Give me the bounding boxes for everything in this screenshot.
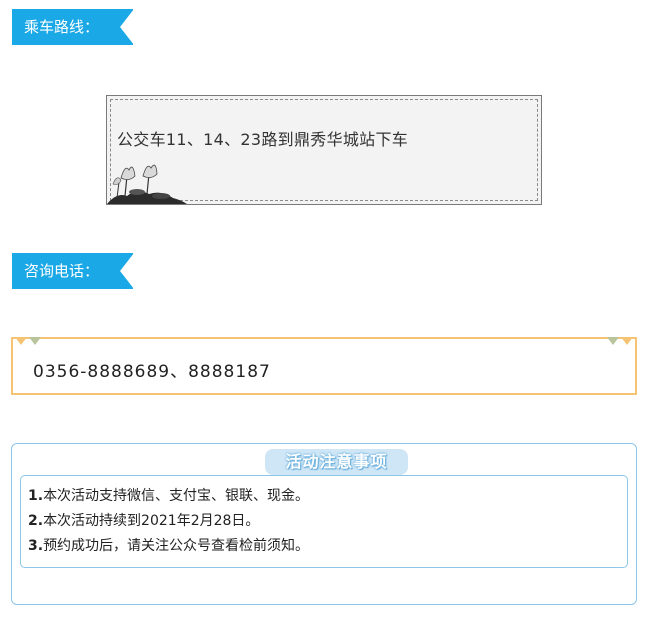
phone-numbers: 0356-8888689、8888187	[33, 362, 271, 382]
notice-item-number: 3.	[28, 538, 44, 554]
phone-info-box: 0356-8888689、8888187	[11, 337, 637, 395]
notice-list: 1.本次活动支持微信、支付宝、银联、现金。 2.本次活动持续到2021年2月28…	[20, 475, 628, 568]
notice-item: 2.本次活动持续到2021年2月28日。	[28, 509, 627, 534]
bunting-left-icon	[15, 337, 41, 345]
notice-item: 3.预约成功后，请关注公众号查看检前须知。	[28, 534, 627, 559]
notice-box: 活动注意事项 1.本次活动支持微信、支付宝、银联、现金。 2.本次活动持续到20…	[11, 443, 637, 605]
route-tag-label: 乘车路线：	[24, 18, 100, 36]
route-text: 公交车11、14、23路到鼎秀华城站下车	[117, 130, 409, 149]
notice-item-number: 2.	[28, 513, 44, 529]
notice-item-text: 本次活动持续到2021年2月28日。	[43, 513, 260, 529]
bunting-right-icon	[607, 337, 633, 345]
notice-item: 1.本次活动支持微信、支付宝、银联、现金。	[28, 484, 627, 509]
route-section-tag: 乘车路线：	[12, 9, 134, 45]
notice-item-number: 1.	[28, 488, 44, 504]
lotus-decoration-icon	[107, 164, 187, 204]
notice-item-text: 本次活动支持微信、支付宝、银联、现金。	[43, 488, 310, 504]
phone-section-tag: 咨询电话：	[12, 253, 134, 289]
notice-item-text: 预约成功后，请关注公众号查看检前须知。	[43, 538, 310, 554]
notice-title: 活动注意事项	[265, 449, 408, 475]
route-info-box: 公交车11、14、23路到鼎秀华城站下车	[106, 95, 542, 205]
phone-tag-label: 咨询电话：	[24, 262, 100, 280]
